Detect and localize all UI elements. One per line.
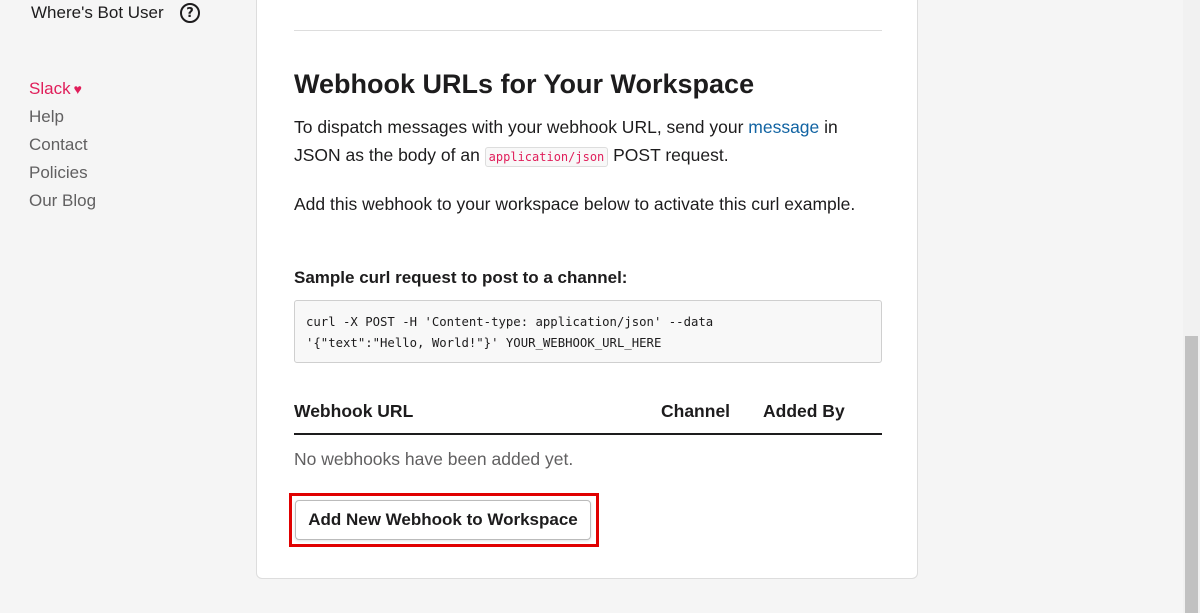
heart-icon: ♥ [73, 81, 82, 97]
bot-user-label: Where's Bot User [31, 3, 164, 22]
footer-link-contact[interactable]: Contact [29, 131, 96, 159]
sidebar: Where's Bot User ? Slack ♥ Help Contact P… [0, 0, 255, 613]
scrollbar-thumb[interactable] [1185, 336, 1198, 613]
footer-nav: Slack ♥ Help Contact Policies Our Blog [29, 75, 96, 215]
footer-link-policies[interactable]: Policies [29, 159, 96, 187]
divider [294, 30, 882, 31]
add-new-webhook-button[interactable]: Add New Webhook to Workspace [295, 500, 591, 540]
empty-state-text: No webhooks have been added yet. [294, 449, 574, 469]
scrollbar[interactable] [1183, 0, 1200, 613]
footer-link-help[interactable]: Help [29, 103, 96, 131]
webhook-card: Webhook URLs for Your Workspace To dispa… [256, 0, 918, 579]
footer-link-blog[interactable]: Our Blog [29, 187, 96, 215]
message-link[interactable]: message [748, 117, 819, 137]
intro-paragraph: To dispatch messages with your webhook U… [294, 117, 838, 167]
column-header-channel: Channel [661, 401, 731, 421]
content-type-code: application/json [484, 147, 609, 167]
column-header-webhook-url: Webhook URL [294, 401, 414, 421]
activate-paragraph: Add this webhook to your workspace below… [294, 194, 856, 214]
sample-curl-label: Sample curl request to post to a channel… [294, 268, 628, 287]
code-line: curl -X POST -H 'Content-type: applicati… [306, 315, 714, 329]
help-icon[interactable]: ? [180, 3, 200, 23]
footer-link-slack[interactable]: Slack ♥ [29, 75, 96, 103]
page-title: Webhook URLs for Your Workspace [294, 69, 755, 99]
code-line: '{"text":"Hello, World!"}' YOUR_WEBHOOK_… [306, 336, 662, 350]
table-divider [294, 433, 882, 435]
column-header-added-by: Added By [763, 401, 845, 421]
curl-code-block: curl -X POST -H 'Content-type: applicati… [294, 300, 882, 363]
